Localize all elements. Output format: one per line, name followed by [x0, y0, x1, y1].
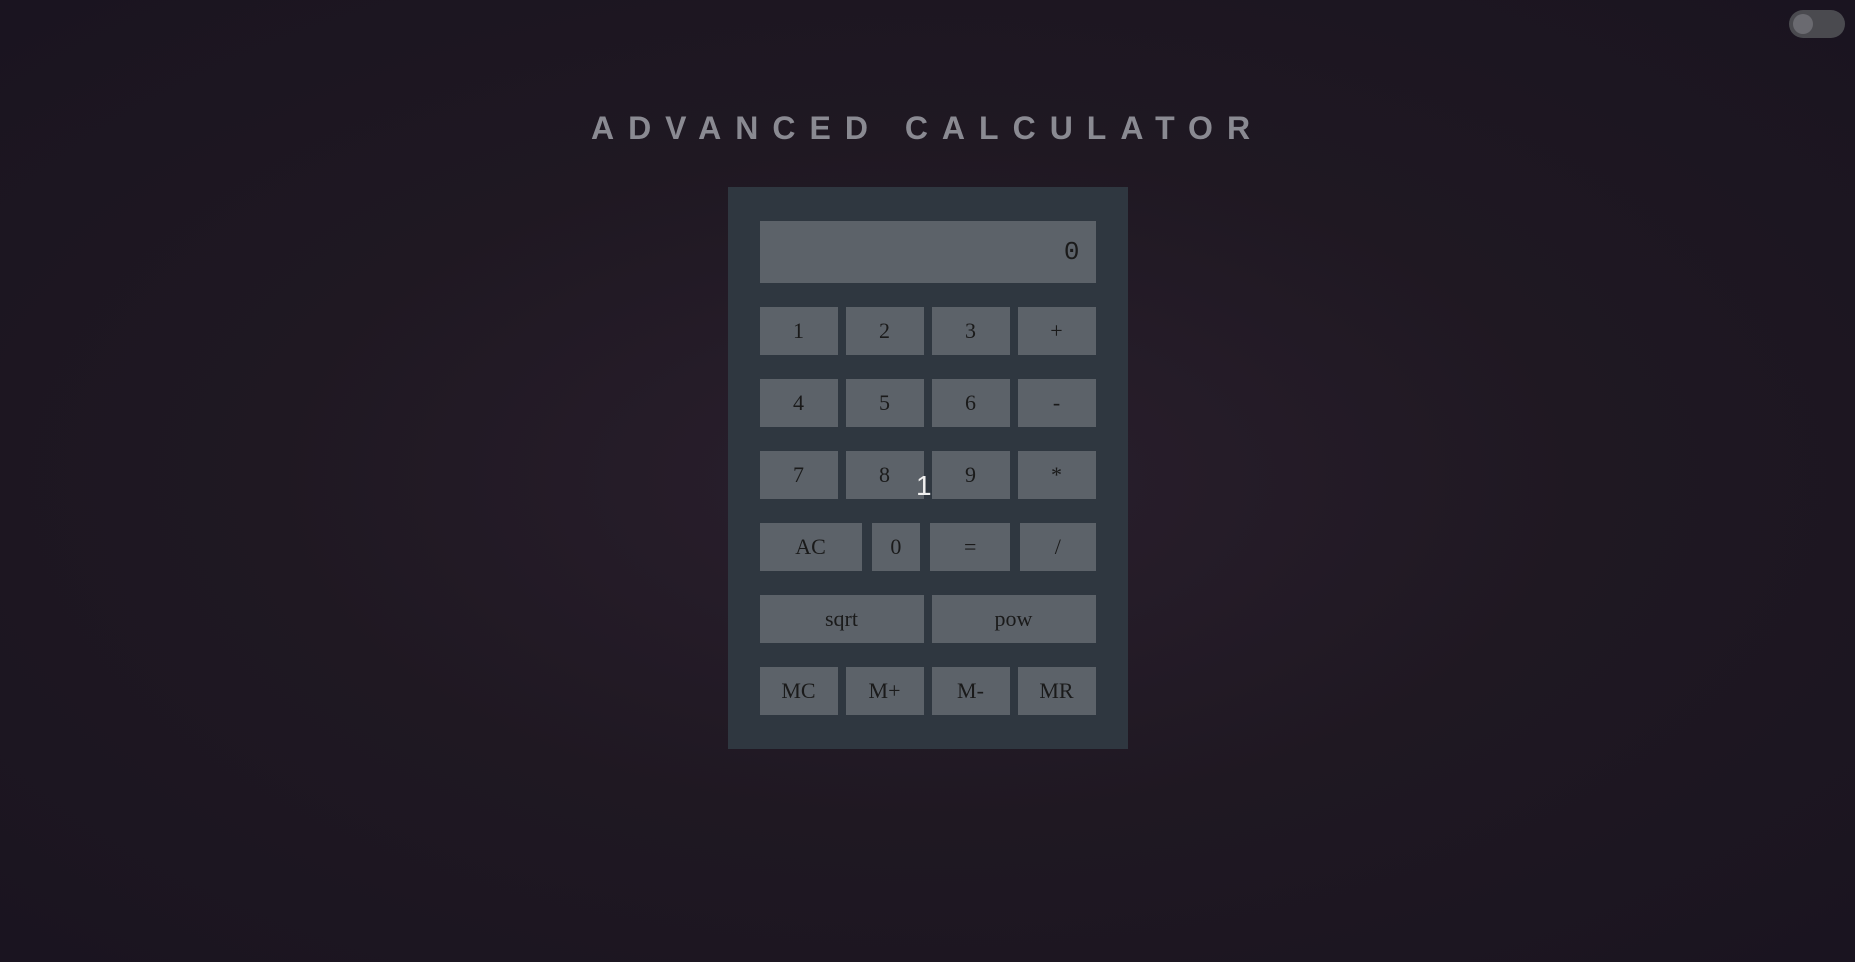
- calculator-display: 0: [760, 221, 1096, 283]
- memory-clear-button[interactable]: MC: [760, 667, 838, 715]
- button-row-5: sqrt pow: [760, 595, 1096, 643]
- pow-button[interactable]: pow: [932, 595, 1096, 643]
- digit-6-button[interactable]: 6: [932, 379, 1010, 427]
- button-row-1: 1 2 3 +: [760, 307, 1096, 355]
- minus-button[interactable]: -: [1018, 379, 1096, 427]
- digit-9-button[interactable]: 9: [932, 451, 1010, 499]
- digit-1-button[interactable]: 1: [760, 307, 838, 355]
- button-row-4: AC 0 = /: [760, 523, 1096, 571]
- plus-button[interactable]: +: [1018, 307, 1096, 355]
- multiply-button[interactable]: *: [1018, 451, 1096, 499]
- memory-add-button[interactable]: M+: [846, 667, 924, 715]
- button-row-2: 4 5 6 -: [760, 379, 1096, 427]
- digit-0-button[interactable]: 0: [872, 523, 921, 571]
- memory-subtract-button[interactable]: M-: [932, 667, 1010, 715]
- equals-button[interactable]: =: [930, 523, 1010, 571]
- digit-4-button[interactable]: 4: [760, 379, 838, 427]
- digit-2-button[interactable]: 2: [846, 307, 924, 355]
- divide-button[interactable]: /: [1020, 523, 1095, 571]
- calculator: 0 1 2 3 + 4 5 6 - 7 8 9 * AC 0 = / sqrt …: [728, 187, 1128, 749]
- page-title: ADVANCED CALCULATOR: [591, 110, 1264, 147]
- sqrt-button[interactable]: sqrt: [760, 595, 924, 643]
- main-container: ADVANCED CALCULATOR 0 1 2 3 + 4 5 6 - 7 …: [0, 0, 1855, 749]
- button-row-6: MC M+ M- MR: [760, 667, 1096, 715]
- digit-8-button[interactable]: 8: [846, 451, 924, 499]
- digit-3-button[interactable]: 3: [932, 307, 1010, 355]
- theme-toggle[interactable]: [1789, 10, 1845, 38]
- button-row-3: 7 8 9 *: [760, 451, 1096, 499]
- digit-7-button[interactable]: 7: [760, 451, 838, 499]
- toggle-knob: [1793, 14, 1813, 34]
- all-clear-button[interactable]: AC: [760, 523, 862, 571]
- memory-recall-button[interactable]: MR: [1018, 667, 1096, 715]
- digit-5-button[interactable]: 5: [846, 379, 924, 427]
